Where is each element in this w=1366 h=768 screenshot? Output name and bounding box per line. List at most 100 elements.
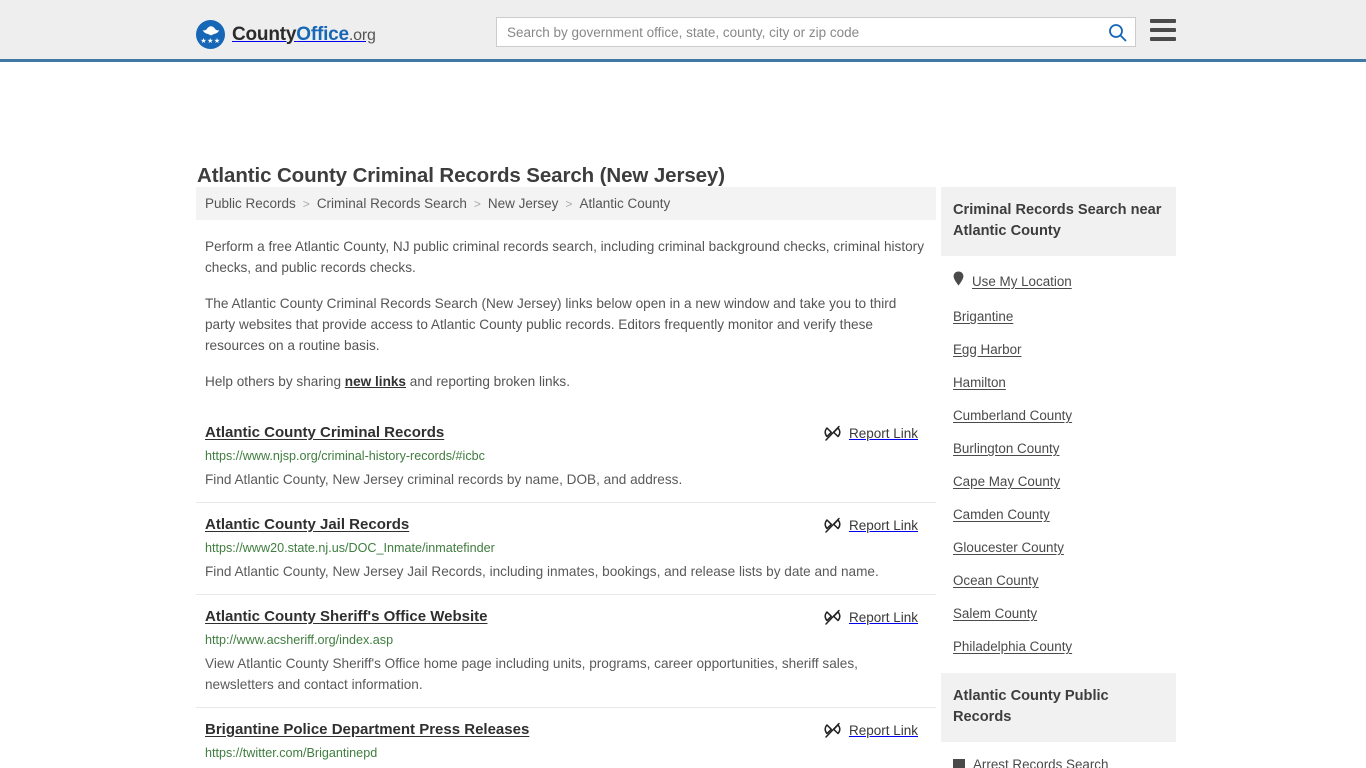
- breadcrumb-separator: >: [473, 196, 481, 211]
- report-link-button[interactable]: Report Link: [824, 609, 918, 626]
- new-links-link[interactable]: new links: [345, 374, 406, 389]
- results-list: Atlantic County Criminal Records Report …: [196, 411, 936, 768]
- sidebar-item-camden-county[interactable]: Camden County: [941, 498, 1176, 531]
- sidebar-item-burlington-county[interactable]: Burlington County: [941, 432, 1176, 465]
- result-header: Atlantic County Sheriff's Office Website…: [205, 608, 927, 626]
- sidebar-item-ocean-county[interactable]: Ocean County: [941, 564, 1176, 597]
- report-link-button[interactable]: Report Link: [824, 425, 918, 442]
- sidebar-item-cumberland-county[interactable]: Cumberland County: [941, 399, 1176, 432]
- eagle-seal-icon: ★★★: [196, 20, 225, 49]
- logo-part-org: .org: [348, 26, 376, 44]
- report-link-button[interactable]: Report Link: [824, 517, 918, 534]
- result-description: View Atlantic County Sheriff's Office ho…: [205, 656, 858, 692]
- sidebar-item-use-my-location[interactable]: Use My Location: [941, 262, 1176, 300]
- sidebar-item-gloucester-county[interactable]: Gloucester County: [941, 531, 1176, 564]
- sidebar-nearby-box: Criminal Records Search near Atlantic Co…: [941, 187, 1176, 663]
- intro-paragraph-3: Help others by sharing new links and rep…: [205, 371, 927, 392]
- report-link-label: Report Link: [848, 723, 918, 738]
- result-item: Atlantic County Criminal Records Report …: [196, 411, 936, 502]
- breadcrumb-item-new-jersey[interactable]: New Jersey: [488, 196, 559, 211]
- sidebar-link[interactable]: Burlington County: [953, 441, 1059, 456]
- sidebar-item-arrest-records-search[interactable]: Arrest Records Search: [941, 748, 1176, 768]
- content-columns: Public Records > Criminal Records Search…: [0, 187, 1366, 768]
- report-link-button[interactable]: Report Link: [824, 722, 918, 739]
- sidebar-link[interactable]: Philadelphia County: [953, 639, 1072, 654]
- sidebar-public-records-list: Arrest Records Search Cou: [941, 742, 1176, 768]
- intro-p3-before: Help others by sharing: [205, 374, 345, 389]
- result-description: Find Atlantic County, New Jersey crimina…: [205, 472, 683, 487]
- result-item: Atlantic County Sheriff's Office Website…: [196, 594, 936, 707]
- breadcrumb-item-atlantic-county[interactable]: Atlantic County: [579, 196, 670, 211]
- main-column: Public Records > Criminal Records Search…: [196, 187, 936, 768]
- square-icon: [953, 758, 965, 768]
- result-item: Atlantic County Jail Records Report Link: [196, 502, 936, 594]
- site-logo[interactable]: ★★★ CountyOffice.org: [196, 20, 376, 49]
- breadcrumb-item-public-records[interactable]: Public Records: [205, 196, 296, 211]
- intro-p3-after: and reporting broken links.: [406, 374, 570, 389]
- stars-glyph: ★★★: [200, 38, 221, 45]
- search-bar[interactable]: [496, 17, 1136, 47]
- result-item: Brigantine Police Department Press Relea…: [196, 707, 936, 768]
- result-title-link[interactable]: Atlantic County Criminal Records: [205, 424, 444, 441]
- report-link-label: Report Link: [848, 426, 918, 441]
- sidebar-link[interactable]: Cumberland County: [953, 408, 1072, 423]
- intro-text: Perform a free Atlantic County, NJ publi…: [196, 236, 936, 392]
- map-pin-icon: [953, 271, 964, 291]
- breadcrumb-item-criminal-records-search[interactable]: Criminal Records Search: [317, 196, 467, 211]
- sidebar-link[interactable]: Brigantine: [953, 309, 1013, 324]
- sidebar-link[interactable]: Cape May County: [953, 474, 1060, 489]
- report-link-label: Report Link: [848, 610, 918, 625]
- broken-link-icon: [824, 722, 841, 738]
- search-input[interactable]: [497, 24, 1099, 40]
- sidebar-item-philadelphia-county[interactable]: Philadelphia County: [941, 630, 1176, 663]
- sidebar-link[interactable]: Gloucester County: [953, 540, 1064, 555]
- sidebar-item-brigantine[interactable]: Brigantine: [941, 300, 1176, 333]
- result-url[interactable]: https://www.njsp.org/criminal-history-re…: [205, 449, 927, 463]
- breadcrumb: Public Records > Criminal Records Search…: [196, 187, 936, 220]
- breadcrumb-separator: >: [302, 196, 310, 211]
- result-header: Atlantic County Criminal Records Report …: [205, 424, 927, 442]
- sidebar-link[interactable]: Salem County: [953, 606, 1037, 621]
- result-description: Find Atlantic County, New Jersey Jail Re…: [205, 564, 879, 579]
- eagle-glyph: [202, 26, 219, 36]
- result-url[interactable]: https://www20.state.nj.us/DOC_Inmate/inm…: [205, 541, 927, 555]
- sidebar-public-records-heading: Atlantic County Public Records: [941, 673, 1176, 742]
- sidebar-link[interactable]: Ocean County: [953, 573, 1039, 588]
- logo-part-county: County: [232, 23, 297, 45]
- logo-part-office: Office: [296, 23, 349, 45]
- broken-link-icon: [824, 517, 841, 533]
- sidebar-item-egg-harbor[interactable]: Egg Harbor: [941, 333, 1176, 366]
- page-title: Atlantic County Criminal Records Search …: [197, 163, 725, 187]
- site-header: ★★★ CountyOffice.org: [0, 0, 1366, 62]
- sidebar-item-salem-county[interactable]: Salem County: [941, 597, 1176, 630]
- intro-paragraph-1: Perform a free Atlantic County, NJ publi…: [205, 239, 924, 275]
- menu-bar-3: [1150, 37, 1176, 41]
- sidebar-link[interactable]: Camden County: [953, 507, 1050, 522]
- sidebar-item-hamilton[interactable]: Hamilton: [941, 366, 1176, 399]
- result-header: Brigantine Police Department Press Relea…: [205, 721, 927, 739]
- intro-paragraph-2: The Atlantic County Criminal Records Sea…: [205, 296, 897, 353]
- search-button[interactable]: [1099, 18, 1135, 46]
- result-url[interactable]: http://www.acsheriff.org/index.asp: [205, 633, 927, 647]
- sidebar-item-cape-may-county[interactable]: Cape May County: [941, 465, 1176, 498]
- sidebar-nearby-list: Use My Location Brigantine Egg Harbor Ha…: [941, 256, 1176, 663]
- result-title-link[interactable]: Brigantine Police Department Press Relea…: [205, 721, 529, 738]
- search-icon: [1108, 23, 1126, 41]
- hamburger-menu-icon[interactable]: [1150, 19, 1176, 41]
- use-my-location-link[interactable]: Use My Location: [972, 274, 1072, 289]
- sidebar-nearby-heading: Criminal Records Search near Atlantic Co…: [941, 187, 1176, 256]
- result-title-link[interactable]: Atlantic County Sheriff's Office Website: [205, 608, 488, 625]
- sidebar-link[interactable]: Hamilton: [953, 375, 1006, 390]
- result-title-link[interactable]: Atlantic County Jail Records: [205, 516, 409, 533]
- breadcrumb-separator: >: [565, 196, 573, 211]
- sidebar-public-records-box: Atlantic County Public Records Arrest Re…: [941, 673, 1176, 768]
- site-logo-text: CountyOffice.org: [232, 24, 376, 46]
- sidebar-link[interactable]: Egg Harbor: [953, 342, 1021, 357]
- sidebar-link[interactable]: Arrest Records Search: [973, 757, 1108, 768]
- menu-bar-2: [1150, 28, 1176, 32]
- menu-bar-1: [1150, 19, 1176, 23]
- report-link-label: Report Link: [848, 518, 918, 533]
- broken-link-icon: [824, 609, 841, 625]
- result-url[interactable]: https://twitter.com/Brigantinepd: [205, 746, 927, 760]
- result-header: Atlantic County Jail Records Report Link: [205, 516, 927, 534]
